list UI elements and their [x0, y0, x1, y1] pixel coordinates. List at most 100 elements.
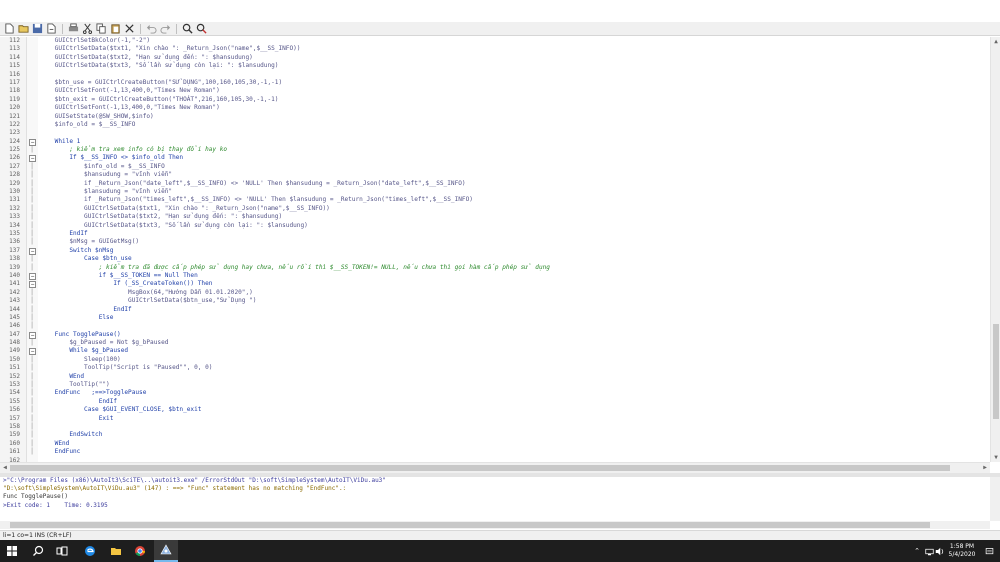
code-line[interactable]: 132 │ GUICtrlSetData($txt1, "Xin chào ": …: [0, 205, 990, 213]
code-line[interactable]: 131 │ if _Return_Json("times_left",$__SS_…: [0, 196, 990, 204]
fold-toggle-icon[interactable]: −: [29, 348, 36, 356]
network-icon[interactable]: [924, 540, 934, 562]
output-pane[interactable]: >"C:\Program Files (x86)\AutoIt3\SciTE\.…: [0, 477, 990, 521]
notification-icon[interactable]: [982, 540, 996, 562]
code-line[interactable]: 133 │ GUICtrlSetData($txt2, "Hạn sử dụng …: [0, 213, 990, 221]
code-text: If $__SS_INFO <> $info_old Then: [40, 154, 184, 162]
code-line[interactable]: 143 │ GUICtrlSetData($btn_use,"Sử Dụng "): [0, 297, 990, 305]
code-line[interactable]: 150 │ Sleep(100): [0, 356, 990, 364]
output-vertical-scrollbar[interactable]: [990, 477, 1000, 521]
code-line[interactable]: 115 GUICtrlSetData($txt3, "Số lần sử dụn…: [0, 62, 990, 70]
task-view-button[interactable]: [50, 540, 74, 562]
taskbar-clock[interactable]: 1:58 PM 5/4/2020: [944, 543, 980, 559]
code-line[interactable]: 141 − If (_SS_CreateToken()) Then: [0, 280, 990, 289]
toolbar: [0, 22, 1000, 36]
scroll-up-arrow-icon[interactable]: ▲: [991, 37, 1000, 46]
code-line[interactable]: 156 │ Case $GUI_EVENT_CLOSE, $btn_exit: [0, 406, 990, 414]
code-line[interactable]: 136 │ $nMsg = GUIGetMsg(): [0, 238, 990, 246]
code-line[interactable]: 135 │ EndIf: [0, 230, 990, 238]
find-icon[interactable]: [182, 23, 193, 34]
redo-icon[interactable]: [160, 23, 171, 34]
code-line[interactable]: 158 │: [0, 423, 990, 431]
code-line[interactable]: 121 GUISetState(@SW_SHOW,$info): [0, 113, 990, 121]
code-line[interactable]: 142 │ MsgBox(64,"Hướng Dẫn 01.01.2020",): [0, 289, 990, 297]
editor-vertical-scrollbar[interactable]: ▲ ▼: [990, 37, 1000, 462]
taskbar-app-edge[interactable]: [78, 540, 102, 562]
code-line[interactable]: 153 │ ToolTip(""): [0, 381, 990, 389]
editor-horizontal-scroll-thumb[interactable]: [10, 465, 950, 471]
fold-toggle-icon[interactable]: −: [29, 155, 36, 163]
code-line[interactable]: 129 │ if _Return_Json("date_left",$__SS_I…: [0, 180, 990, 188]
save-icon[interactable]: [32, 23, 43, 34]
code-line[interactable]: 155 │ EndIf: [0, 398, 990, 406]
code-line[interactable]: 130 │ $lansudung = "vĩnh viễn": [0, 188, 990, 196]
output-horizontal-scrollbar[interactable]: [0, 521, 990, 529]
start-button[interactable]: [0, 540, 24, 562]
fold-toggle-icon[interactable]: −: [29, 272, 36, 280]
save-as-icon[interactable]: [46, 23, 57, 34]
line-number: 154: [9, 389, 20, 397]
code-line[interactable]: 116: [0, 71, 990, 79]
fold-toggle-icon[interactable]: −: [29, 138, 36, 146]
fold-toggle-icon[interactable]: −: [29, 331, 36, 339]
code-line[interactable]: 144 │ EndIf: [0, 306, 990, 314]
code-line[interactable]: 126 − If $__SS_INFO <> $info_old Then: [0, 154, 990, 163]
code-line[interactable]: 114 GUICtrlSetData($txt2, "Hạn sử dụng đ…: [0, 54, 990, 62]
code-line[interactable]: 119 $btn_exit = GUICtrlCreateButton("THO…: [0, 96, 990, 104]
output-horizontal-scroll-thumb[interactable]: [10, 522, 930, 528]
code-line[interactable]: 160 │ WEnd: [0, 440, 990, 448]
code-line[interactable]: 147 − Func TogglePause(): [0, 331, 990, 339]
code-line[interactable]: 124 − While 1: [0, 138, 990, 146]
paste-icon[interactable]: [110, 23, 121, 34]
scroll-right-arrow-icon[interactable]: ▶: [980, 463, 990, 473]
code-line[interactable]: 125 │ ; kiểm tra xem info có bị thay đổi …: [0, 146, 990, 154]
code-line[interactable]: 137 − Switch $nMsg: [0, 247, 990, 255]
fold-toggle-icon[interactable]: −: [29, 281, 36, 289]
code-line[interactable]: 159 │ EndSwitch: [0, 431, 990, 439]
code-line[interactable]: 151 │ ToolTip("Script is "Paused"", 0, 0): [0, 364, 990, 372]
new-file-icon[interactable]: [4, 23, 15, 34]
code-line[interactable]: 120 GUICtrlSetFont(-1,13,400,0,"Times Ne…: [0, 104, 990, 112]
taskbar-app-scite[interactable]: [154, 540, 178, 562]
code-line[interactable]: 140 − if $__SS_TOKEN == Null Then: [0, 272, 990, 280]
scroll-left-arrow-icon[interactable]: ◀: [0, 463, 10, 473]
code-line[interactable]: 154 │ EndFunc ;==>TogglePause: [0, 389, 990, 397]
code-line[interactable]: 122 $info_old = $__SS_INFO: [0, 121, 990, 129]
code-line[interactable]: 117 $btn_use = GUICtrlCreateButton("SỬ D…: [0, 79, 990, 87]
code-text: WEnd: [40, 372, 85, 380]
open-file-icon[interactable]: [18, 23, 29, 34]
code-line[interactable]: 157 │ Exit: [0, 415, 990, 423]
cut-icon[interactable]: [82, 23, 93, 34]
code-editor[interactable]: 112 GUICtrlSetBkColor(-1,"-2") 113 GUICtr…: [0, 37, 990, 462]
volume-icon[interactable]: [934, 540, 944, 562]
code-line[interactable]: 161 │ EndFunc: [0, 448, 990, 456]
code-line[interactable]: 118 GUICtrlSetFont(-1,13,400,0,"Times Ne…: [0, 87, 990, 95]
code-line[interactable]: 123: [0, 129, 990, 137]
tray-overflow-chevron-icon[interactable]: ⌃: [912, 540, 922, 562]
code-line[interactable]: 113 GUICtrlSetData($txt1, "Xin chào ": _…: [0, 45, 990, 53]
taskbar-app-file-explorer[interactable]: [104, 540, 128, 562]
print-icon[interactable]: [68, 23, 79, 34]
scite-editor-icon: [160, 544, 172, 555]
taskbar-app-chrome[interactable]: [128, 540, 152, 562]
code-line[interactable]: 145 │ Else: [0, 314, 990, 322]
code-line[interactable]: 139 │ ; kiểm tra đã được cấp phép sử dụng…: [0, 264, 990, 272]
code-line[interactable]: 149 − While $g_bPaused: [0, 347, 990, 356]
fold-line: │: [30, 188, 34, 196]
code-line[interactable]: 152 │ WEnd: [0, 373, 990, 381]
replace-icon[interactable]: [196, 23, 207, 34]
editor-vertical-scroll-thumb[interactable]: [993, 324, 999, 419]
copy-icon[interactable]: [96, 23, 107, 34]
code-line[interactable]: 128 │ $hansudung = "vĩnh viễn": [0, 171, 990, 179]
close-icon[interactable]: [124, 23, 135, 34]
search-button[interactable]: [26, 540, 50, 562]
undo-icon[interactable]: [146, 23, 157, 34]
code-line[interactable]: 148 │ $g_bPaused = Not $g_bPaused: [0, 339, 990, 347]
code-line[interactable]: 146 │: [0, 322, 990, 330]
code-line[interactable]: 127 │ $info_old = $__SS_INFO: [0, 163, 990, 171]
scroll-down-arrow-icon[interactable]: ▼: [991, 453, 1000, 462]
fold-toggle-icon[interactable]: −: [29, 247, 36, 255]
code-line[interactable]: 138 │ Case $btn_use: [0, 255, 990, 263]
editor-horizontal-scrollbar[interactable]: ◀ ▶: [0, 462, 990, 473]
code-line[interactable]: 134 │ GUICtrlSetData($txt3, "Số lần sử dụ…: [0, 222, 990, 230]
